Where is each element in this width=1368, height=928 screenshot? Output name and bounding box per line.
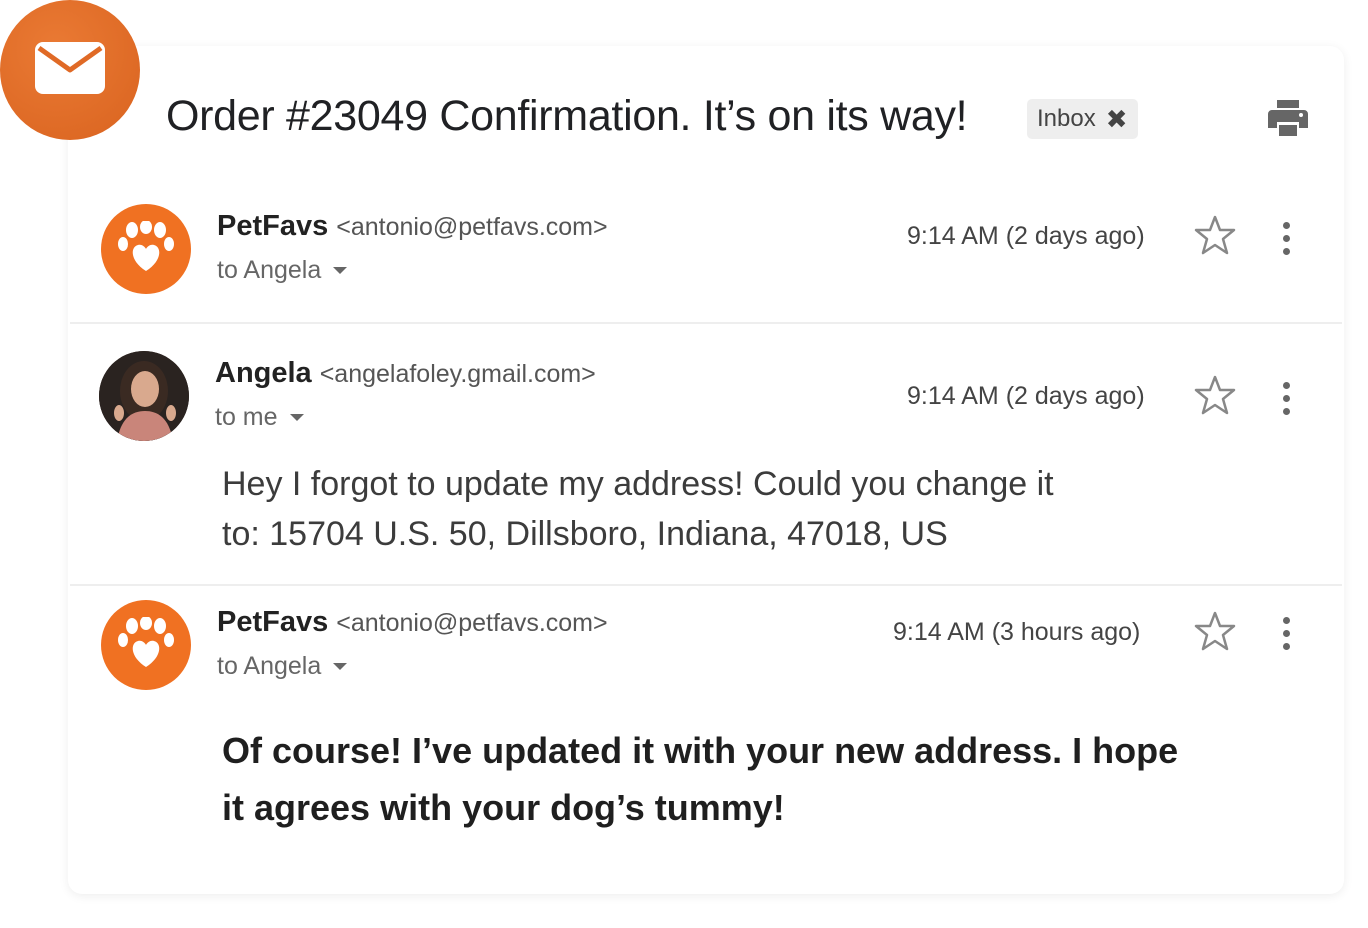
more-options-icon[interactable] (1281, 382, 1291, 415)
print-icon[interactable] (1268, 100, 1308, 141)
chevron-down-icon (289, 414, 304, 421)
more-options-icon[interactable] (1281, 617, 1291, 650)
sender-email: <antonio@petfavs.com> (336, 609, 608, 637)
paw-icon (118, 219, 174, 278)
chevron-down-icon (333, 663, 348, 670)
sender-name: PetFavs (217, 210, 329, 242)
relative-time: (2 days ago) (1005, 222, 1145, 250)
body-line: to: 15704 U.S. 50, Dillsboro, Indiana, 4… (222, 515, 948, 553)
body-line: Hey I forgot to update my address! Could… (222, 465, 1054, 503)
inbox-label-chip[interactable]: Inbox ✖ (1027, 99, 1138, 139)
recipient-dropdown[interactable]: to Angela (217, 652, 348, 681)
star-icon[interactable] (1194, 375, 1236, 420)
time-value: 9:14 AM (893, 618, 985, 646)
sender-email: <angelafoley.gmail.com> (319, 360, 596, 388)
sender-name: PetFavs (217, 606, 329, 638)
message-divider (70, 322, 1342, 324)
body-line: Of course! I’ve updated it with your new… (222, 730, 1179, 771)
sender-line: Angela <angelafoley.gmail.com> (215, 357, 596, 390)
recipient-label: to Angela (217, 256, 322, 284)
message-body: Hey I forgot to update my address! Could… (222, 459, 1054, 559)
mail-badge (0, 0, 140, 140)
chevron-down-icon (333, 267, 348, 274)
message-divider (70, 584, 1342, 586)
message-time: 9:14 AM (2 days ago) (907, 222, 1145, 251)
recipient-label: to Angela (217, 652, 322, 680)
sender-line: PetFavs <antonio@petfavs.com> (217, 606, 608, 639)
time-value: 9:14 AM (907, 222, 999, 250)
paw-icon (118, 615, 174, 674)
mail-icon (35, 41, 105, 99)
star-icon[interactable] (1194, 611, 1236, 656)
recipient-dropdown[interactable]: to me (215, 403, 304, 432)
message-time: 9:14 AM (2 days ago) (907, 382, 1145, 411)
star-icon[interactable] (1194, 215, 1236, 260)
relative-time: (3 hours ago) (991, 618, 1141, 646)
more-options-icon[interactable] (1281, 222, 1291, 255)
relative-time: (2 days ago) (1005, 382, 1145, 410)
inbox-label-text: Inbox (1037, 105, 1096, 132)
user-photo-icon (99, 351, 189, 441)
time-value: 9:14 AM (907, 382, 999, 410)
sender-avatar (101, 600, 191, 690)
sender-avatar (101, 204, 191, 294)
remove-label-icon[interactable]: ✖ (1106, 106, 1128, 132)
message-body: Of course! I’ve updated it with your new… (222, 722, 1178, 836)
thread-subject: Order #23049 Confirmation. It’s on its w… (166, 92, 968, 140)
sender-line: PetFavs <antonio@petfavs.com> (217, 210, 608, 243)
recipient-label: to me (215, 403, 278, 431)
body-line: it agrees with your dog’s tummy! (222, 787, 785, 828)
sender-name: Angela (215, 357, 312, 389)
sender-email: <antonio@petfavs.com> (336, 213, 608, 241)
avatar (99, 351, 189, 441)
recipient-dropdown[interactable]: to Angela (217, 256, 348, 285)
message-time: 9:14 AM (3 hours ago) (893, 618, 1140, 647)
